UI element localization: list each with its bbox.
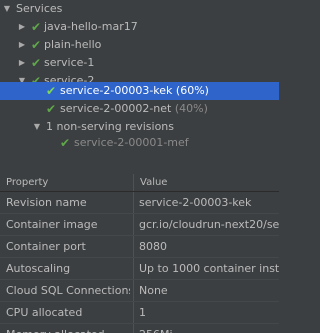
- triangle-right-icon[interactable]: ▶: [17, 18, 27, 36]
- header-property[interactable]: Property: [6, 174, 48, 191]
- tree-item-plain-hello[interactable]: ▶ ✔ plain-hello: [0, 36, 279, 54]
- tree-revision-selected[interactable]: ✔ service-2-00003-kek (60%): [0, 82, 279, 100]
- property-value: None: [139, 284, 168, 297]
- property-key: Container image: [6, 218, 98, 231]
- tree-root-label: Services: [16, 2, 63, 15]
- property-key: Cloud SQL Connections: [6, 284, 130, 297]
- tree-root-services[interactable]: ▼ Services: [0, 0, 279, 18]
- services-tree: ▼ Services ▶ ✔ java-hello-mar17 ▶ ✔ plai…: [0, 0, 279, 162]
- tree-item-label: java-hello-mar17: [44, 20, 138, 33]
- tree-non-serving-revision[interactable]: ✔ service-2-00001-mef: [0, 134, 279, 152]
- table-row[interactable]: Container port 8080: [0, 236, 279, 258]
- revision-traffic-pct: (40%): [174, 102, 208, 115]
- property-key: Memory allocated: [6, 324, 130, 333]
- revision-name: service-2-00002-net: [60, 102, 172, 115]
- table-row[interactable]: Autoscaling Up to 1000 container instan: [0, 258, 279, 280]
- property-value: gcr.io/cloudrun-next20/serv: [139, 218, 279, 231]
- triangle-right-icon[interactable]: ▶: [17, 54, 27, 72]
- tree-item-service-1[interactable]: ▶ ✔ service-1: [0, 54, 279, 72]
- revision-label: service-2-00002-net (40%): [60, 100, 208, 118]
- property-value: 1: [139, 306, 146, 319]
- checkmark-icon: ✔: [31, 20, 42, 34]
- tree-revision[interactable]: ✔ service-2-00002-net (40%): [0, 100, 279, 118]
- property-key: Revision name: [6, 196, 87, 209]
- table-row[interactable]: Container image gcr.io/cloudrun-next20/s…: [0, 214, 279, 236]
- property-key: Container port: [6, 240, 86, 253]
- triangle-right-icon[interactable]: ▶: [17, 36, 27, 54]
- tree-item-java-hello-mar17[interactable]: ▶ ✔ java-hello-mar17: [0, 18, 279, 36]
- revision-traffic-pct: (60%): [175, 84, 209, 97]
- triangle-down-icon[interactable]: ▼: [2, 0, 12, 18]
- revision-name: service-2-00001-mef: [74, 136, 189, 149]
- checkmark-icon: ✔: [31, 38, 42, 52]
- checkmark-icon: ✔: [46, 102, 57, 116]
- checkmark-icon: ✔: [46, 84, 57, 98]
- revision-name: service-2-00003-kek: [60, 84, 173, 97]
- property-value: 8080: [139, 240, 167, 253]
- table-row[interactable]: Cloud SQL Connections None: [0, 280, 279, 302]
- properties-table: Property Value Revision name service-2-0…: [0, 174, 279, 333]
- property-value: Up to 1000 container instan: [139, 262, 279, 275]
- tree-item-label: service-1: [44, 56, 95, 69]
- property-value: service-2-00003-kek: [139, 196, 252, 209]
- property-key: CPU allocated: [6, 306, 83, 319]
- table-row[interactable]: Revision name service-2-00003-kek: [0, 192, 279, 214]
- table-row[interactable]: Memory allocated 256Mi: [0, 324, 279, 333]
- table-row[interactable]: CPU allocated 1: [0, 302, 279, 324]
- header-value[interactable]: Value: [140, 174, 167, 191]
- revision-label: service-2-00003-kek (60%): [60, 82, 209, 100]
- tree-item-label: plain-hello: [44, 38, 102, 51]
- table-header: Property Value: [0, 174, 279, 192]
- property-key: Autoscaling: [6, 262, 71, 275]
- checkmark-icon: ✔: [31, 56, 42, 70]
- checkmark-icon: ✔: [60, 136, 71, 150]
- property-value: 256Mi: [139, 324, 279, 333]
